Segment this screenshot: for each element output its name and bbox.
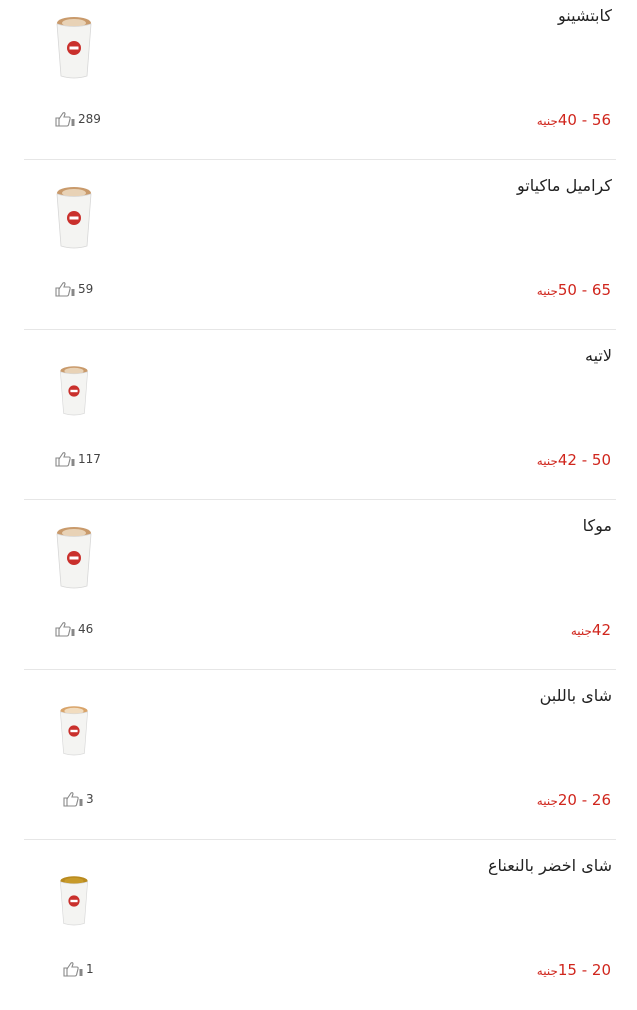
tea-cup-image [60, 876, 88, 926]
menu-item[interactable]: كراميل ماكياتو 59 50 - 65جنيه [24, 160, 616, 330]
price-currency: جنيه [570, 624, 592, 638]
thumbs-up-icon [63, 962, 83, 977]
tea-cup-image [60, 706, 88, 756]
price-value: 50 - 65 [557, 281, 611, 299]
thumbs-up-icon [55, 452, 75, 467]
menu-item[interactable]: لاتيه 117 42 - 50جنيه [24, 330, 616, 500]
item-price: 50 - 65جنيه [537, 281, 611, 299]
coffee-cup-image [60, 366, 88, 416]
like-button[interactable]: 117 [54, 451, 101, 467]
like-count: 3 [86, 792, 94, 806]
price-value: 40 - 56 [557, 111, 611, 129]
item-price: 42جنيه [571, 621, 611, 639]
item-name[interactable]: كراميل ماكياتو [517, 176, 612, 195]
menu-item[interactable]: كابتشينو 289 40 - 56جنيه [24, 0, 616, 160]
price-value: 15 - 20 [557, 961, 611, 979]
menu-item[interactable]: شاى باللبن 3 20 - 26جنيه [24, 670, 616, 840]
price-currency: جنيه [536, 794, 558, 808]
like-count: 46 [78, 622, 94, 636]
like-count: 117 [78, 452, 101, 466]
item-name[interactable]: لاتيه [585, 346, 612, 365]
item-name[interactable]: شاى اخضر بالنعناع [488, 856, 612, 875]
item-price: 40 - 56جنيه [537, 111, 611, 129]
price-currency: جنيه [536, 284, 558, 298]
item-name[interactable]: موكا [583, 516, 612, 535]
item-price: 15 - 20جنيه [537, 961, 611, 979]
coffee-cup-image [56, 187, 92, 249]
like-count: 59 [78, 282, 94, 296]
item-name[interactable]: شاى باللبن [540, 686, 612, 705]
menu-item[interactable]: شاى اخضر بالنعناع 1 15 - 20جنيه [24, 840, 616, 1010]
like-button[interactable]: 1 [62, 961, 94, 977]
thumbs-up-icon [55, 112, 75, 127]
menu-item[interactable]: موكا 46 42جنيه [24, 500, 616, 670]
item-price: 42 - 50جنيه [537, 451, 611, 469]
coffee-cup-image [56, 17, 92, 79]
like-button[interactable]: 59 [54, 281, 93, 297]
thumbs-up-icon [63, 792, 83, 807]
price-value: 42 [591, 621, 611, 639]
price-currency: جنيه [536, 964, 558, 978]
price-currency: جنيه [536, 114, 558, 128]
thumbs-up-icon [55, 282, 75, 297]
like-button[interactable]: 289 [54, 111, 101, 127]
item-price: 20 - 26جنيه [537, 791, 611, 809]
price-value: 42 - 50 [557, 451, 611, 469]
item-name[interactable]: كابتشينو [558, 6, 612, 25]
like-button[interactable]: 3 [62, 791, 94, 807]
price-value: 20 - 26 [557, 791, 611, 809]
menu-list: كابتشينو 289 40 - 56جنيه كراميل ماكياتو [0, 0, 637, 996]
like-count: 1 [86, 962, 94, 976]
like-button[interactable]: 46 [54, 621, 93, 637]
thumbs-up-icon [55, 622, 75, 637]
like-count: 289 [78, 112, 101, 126]
coffee-cup-image [56, 527, 92, 589]
price-currency: جنيه [536, 454, 558, 468]
